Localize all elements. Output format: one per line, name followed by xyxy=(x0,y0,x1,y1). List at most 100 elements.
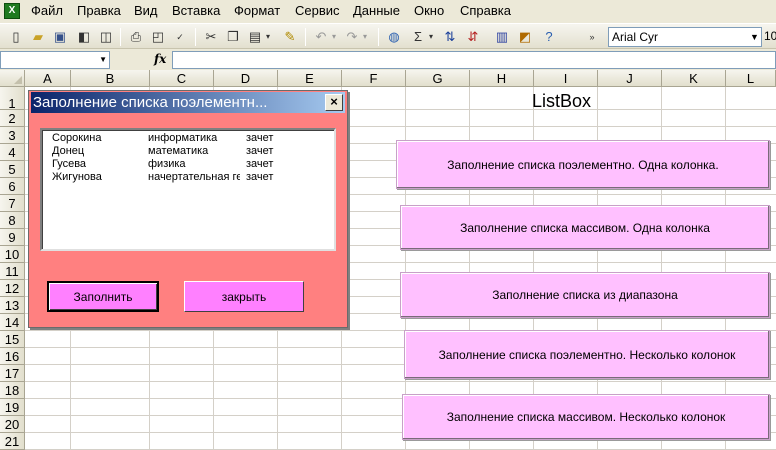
list-item[interactable]: Гусева физика зачет xyxy=(42,158,332,171)
menu-bar: X Файл Правка Вид Вставка Формат Сервис … xyxy=(0,0,776,22)
redo-icon[interactable]: ↷ xyxy=(344,29,360,45)
menu-file[interactable]: Файл xyxy=(31,4,63,18)
row-header[interactable]: 9 xyxy=(0,229,25,246)
row-header[interactable]: 18 xyxy=(0,382,25,399)
row-header[interactable]: 17 xyxy=(0,365,25,382)
column-header[interactable]: J xyxy=(598,70,662,87)
list-cell-result: зачет xyxy=(246,158,274,170)
row-header[interactable]: 13 xyxy=(0,297,25,314)
menu-tools[interactable]: Сервис xyxy=(295,4,340,18)
undo-icon[interactable]: ↶ xyxy=(313,29,329,45)
new-icon[interactable]: ▯ xyxy=(8,29,24,45)
fill-array-single-column-button[interactable]: Заполнение списка массивом. Одна колонка xyxy=(400,205,770,250)
row-header[interactable]: 21 xyxy=(0,433,25,450)
list-item[interactable]: Донец математика зачет xyxy=(42,145,332,158)
column-header[interactable]: K xyxy=(662,70,726,87)
name-box[interactable]: ▼ xyxy=(0,51,110,69)
row-header[interactable]: 20 xyxy=(0,416,25,433)
copy-icon[interactable]: ❐ xyxy=(225,29,241,45)
menu-view[interactable]: Вид xyxy=(134,4,158,18)
fill-from-range-button[interactable]: Заполнение списка из диапазона xyxy=(400,272,770,318)
help-icon[interactable]: ? xyxy=(541,29,557,45)
close-icon[interactable]: × xyxy=(325,94,343,111)
column-header[interactable]: L xyxy=(726,70,776,87)
chevron-down-icon[interactable]: ▼ xyxy=(748,28,761,46)
row-header[interactable]: 16 xyxy=(0,348,25,365)
list-item[interactable]: Жигунова начертательная геометрия зачет xyxy=(42,171,332,184)
list-cell-name: Донец xyxy=(52,145,85,157)
row-header[interactable]: 2 xyxy=(0,110,25,127)
row-header[interactable]: 6 xyxy=(0,178,25,195)
menu-data[interactable]: Данные xyxy=(353,4,400,18)
row-header[interactable]: 5 xyxy=(0,161,25,178)
font-name-value: Arial Cyr xyxy=(612,30,659,44)
column-header[interactable]: C xyxy=(150,70,214,87)
column-header[interactable]: F xyxy=(342,70,406,87)
cut-icon[interactable]: ✂ xyxy=(203,29,219,45)
paste-icon[interactable]: ▤ xyxy=(247,29,263,45)
fill-button[interactable]: Заполнить xyxy=(47,281,159,312)
chevron-down-icon[interactable]: ▾ xyxy=(427,29,435,45)
column-header[interactable]: H xyxy=(470,70,534,87)
menu-format[interactable]: Формат xyxy=(234,4,280,18)
row-header[interactable]: 3 xyxy=(0,127,25,144)
format-painter-icon[interactable]: ✎ xyxy=(282,29,298,45)
sort-descending-icon[interactable]: ⇵ xyxy=(465,29,481,45)
row-header[interactable]: 11 xyxy=(0,263,25,280)
print-icon[interactable]: ⎙ xyxy=(128,29,144,45)
fill-array-multi-column-button[interactable]: Заполнение списка массивом. Несколько ко… xyxy=(402,394,770,440)
row-header[interactable]: 14 xyxy=(0,314,25,331)
list-cell-name: Жигунова xyxy=(52,171,102,183)
row-header[interactable]: 4 xyxy=(0,144,25,161)
print-preview-icon[interactable]: ◫ xyxy=(98,29,114,45)
row-header[interactable]: 12 xyxy=(0,280,25,297)
list-cell-result: зачет xyxy=(246,171,274,183)
column-header[interactable]: B xyxy=(71,70,150,87)
spelling-icon[interactable]: ✓ xyxy=(172,29,188,45)
row-header[interactable]: 8 xyxy=(0,212,25,229)
menu-window[interactable]: Окно xyxy=(414,4,444,18)
autosum-icon[interactable]: Σ xyxy=(410,29,426,45)
row-header[interactable]: 10 xyxy=(0,246,25,263)
fill-itemwise-multi-column-button[interactable]: Заполнение списка поэлементно. Несколько… xyxy=(404,330,770,379)
column-header[interactable]: D xyxy=(214,70,278,87)
toolbar-separator xyxy=(120,28,121,46)
permission-icon[interactable]: ◧ xyxy=(76,29,92,45)
font-name-box[interactable]: Arial Cyr ▼ xyxy=(608,27,762,47)
hyperlink-icon[interactable]: ◍ xyxy=(386,29,402,45)
menu-help[interactable]: Справка xyxy=(460,4,511,18)
close-button[interactable]: закрыть xyxy=(184,281,304,312)
dialog-title: Заполнение списка поэлементн... xyxy=(33,94,268,111)
row-header[interactable]: 7 xyxy=(0,195,25,212)
row-header[interactable]: 1 xyxy=(0,87,25,111)
chevron-down-icon[interactable]: ▾ xyxy=(264,29,272,45)
fill-itemwise-single-column-button[interactable]: Заполнение списка поэлементно. Одна коло… xyxy=(396,140,770,189)
row-header[interactable]: 19 xyxy=(0,399,25,416)
chevron-down-icon: ▾ xyxy=(331,32,336,41)
fx-icon[interactable]: fx xyxy=(154,52,166,66)
chevron-down-icon[interactable]: ▼ xyxy=(99,52,107,68)
list-item[interactable]: Сорокина информатика зачет xyxy=(42,132,332,145)
menu-insert[interactable]: Вставка xyxy=(172,4,220,18)
print-preview-icon[interactable]: ◰ xyxy=(150,29,166,45)
chart-wizard-icon[interactable]: ▥ xyxy=(494,29,510,45)
menu-edit[interactable]: Правка xyxy=(77,4,121,18)
excel-app-icon[interactable]: X xyxy=(4,3,20,19)
sort-ascending-icon[interactable]: ⇅ xyxy=(442,29,458,45)
toolbar-separator xyxy=(378,28,379,46)
column-header[interactable]: A xyxy=(25,70,71,87)
drawing-icon[interactable]: ◩ xyxy=(517,29,533,45)
dialog-titlebar[interactable]: Заполнение списка поэлементн... × xyxy=(31,92,345,113)
toolbar-options-icon[interactable]: » xyxy=(588,29,596,45)
row-header[interactable]: 15 xyxy=(0,331,25,348)
column-header[interactable]: E xyxy=(278,70,342,87)
open-icon[interactable]: ▰ xyxy=(30,29,46,45)
list-cell-result: зачет xyxy=(246,132,274,144)
column-header[interactable]: I xyxy=(534,70,598,87)
formula-input[interactable] xyxy=(172,51,776,69)
column-header[interactable]: G xyxy=(406,70,470,87)
save-icon[interactable]: ▣ xyxy=(52,29,68,45)
select-all-corner[interactable] xyxy=(0,70,25,87)
list-box[interactable]: Сорокина информатика зачет Донец математ… xyxy=(40,128,336,251)
font-size-box[interactable]: 10 xyxy=(764,27,776,47)
